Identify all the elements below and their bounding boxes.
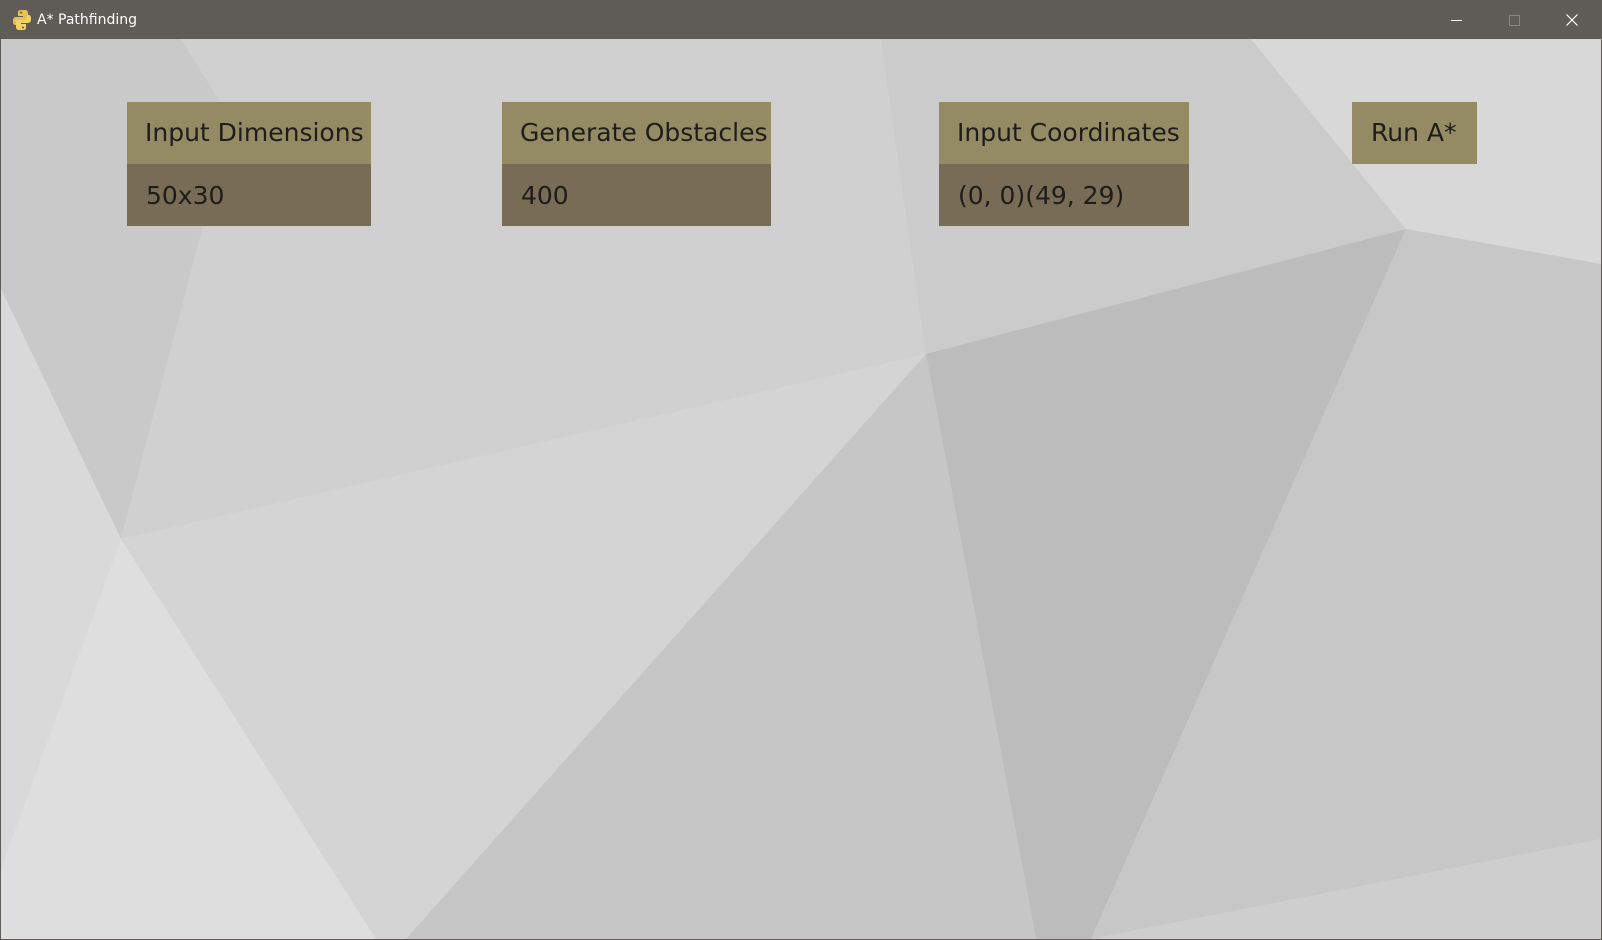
canvas-area: Input Dimensions 50x30 Generate Obstacle… <box>1 39 1601 939</box>
maximize-icon <box>1509 15 1520 26</box>
run-astar-button[interactable]: Run A* <box>1352 102 1477 164</box>
app-window: A* Pathfinding Input Dimensions 50x30 Ge… <box>0 0 1602 940</box>
coordinates-field[interactable]: (0, 0)(49, 29) <box>939 164 1189 226</box>
dimensions-field[interactable]: 50x30 <box>127 164 371 226</box>
title-bar[interactable]: A* Pathfinding <box>1 1 1601 39</box>
run-panel: Run A* <box>1352 102 1477 164</box>
python-icon <box>12 9 32 31</box>
obstacles-panel: Generate Obstacles 400 <box>502 102 771 226</box>
input-coordinates-button[interactable]: Input Coordinates <box>939 102 1189 164</box>
window-title: A* Pathfinding <box>37 12 138 28</box>
input-dimensions-button[interactable]: Input Dimensions <box>127 102 371 164</box>
minimize-icon <box>1451 20 1462 21</box>
close-icon <box>1566 14 1578 26</box>
coordinates-panel: Input Coordinates (0, 0)(49, 29) <box>939 102 1189 226</box>
generate-obstacles-button[interactable]: Generate Obstacles <box>502 102 771 164</box>
obstacles-field[interactable]: 400 <box>502 164 771 226</box>
dimensions-panel: Input Dimensions 50x30 <box>127 102 371 226</box>
maximize-button[interactable] <box>1485 1 1543 39</box>
minimize-button[interactable] <box>1427 1 1485 39</box>
close-button[interactable] <box>1543 1 1601 39</box>
